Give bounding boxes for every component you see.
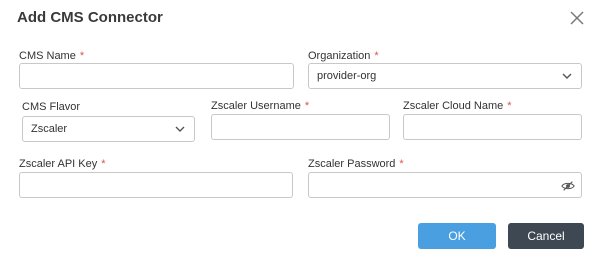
required-mark: *: [399, 158, 404, 170]
zscaler-password-input[interactable]: [309, 173, 581, 197]
ok-button[interactable]: OK: [418, 223, 496, 249]
zscaler-cloud-name-field[interactable]: [403, 114, 582, 140]
cms-flavor-select[interactable]: Zscaler: [22, 116, 195, 142]
zscaler-username-input[interactable]: [212, 115, 389, 139]
zscaler-cloud-name-label: Zscaler Cloud Name *: [403, 100, 512, 112]
zscaler-api-key-label-text: Zscaler API Key: [19, 158, 98, 170]
eye-icon[interactable]: [561, 179, 575, 193]
cms-name-input[interactable]: [20, 64, 293, 88]
required-mark: *: [79, 50, 85, 62]
cancel-button[interactable]: Cancel: [508, 223, 584, 249]
cms-flavor-selected-value: Zscaler: [31, 123, 68, 135]
cms-name-field[interactable]: [19, 63, 294, 89]
required-mark: *: [507, 100, 512, 112]
organization-label-text: Organization: [308, 50, 371, 62]
zscaler-cloud-name-label-text: Zscaler Cloud Name: [403, 100, 504, 112]
zscaler-password-label: Zscaler Password *: [308, 158, 404, 170]
cms-flavor-label-text: CMS Flavor: [22, 101, 81, 113]
zscaler-api-key-field[interactable]: [19, 172, 293, 198]
zscaler-username-label-text: Zscaler Username: [211, 100, 301, 112]
close-icon[interactable]: [567, 8, 587, 28]
organization-selected-value: provider-org: [317, 70, 377, 82]
add-cms-connector-dialog: Add CMS Connector CMS Name * Organization…: [0, 0, 600, 258]
chevron-down-icon: [175, 126, 185, 132]
cms-name-label: CMS Name *: [19, 50, 84, 62]
required-mark: *: [101, 158, 106, 170]
zscaler-password-label-text: Zscaler Password: [308, 158, 396, 170]
cms-flavor-label: CMS Flavor: [22, 101, 80, 113]
required-mark: *: [304, 100, 310, 112]
organization-label: Organization *: [308, 50, 379, 62]
dialog-title: Add CMS Connector: [17, 9, 163, 26]
zscaler-username-label: Zscaler Username *: [211, 100, 309, 112]
zscaler-username-field[interactable]: [211, 114, 390, 140]
zscaler-password-field[interactable]: [308, 172, 582, 198]
zscaler-cloud-name-input[interactable]: [404, 115, 581, 139]
organization-select[interactable]: provider-org: [308, 63, 582, 89]
zscaler-api-key-input[interactable]: [20, 173, 292, 197]
zscaler-api-key-label: Zscaler API Key *: [19, 158, 106, 170]
cms-name-label-text: CMS Name: [19, 50, 76, 62]
required-mark: *: [374, 50, 379, 62]
chevron-down-icon: [562, 73, 572, 79]
